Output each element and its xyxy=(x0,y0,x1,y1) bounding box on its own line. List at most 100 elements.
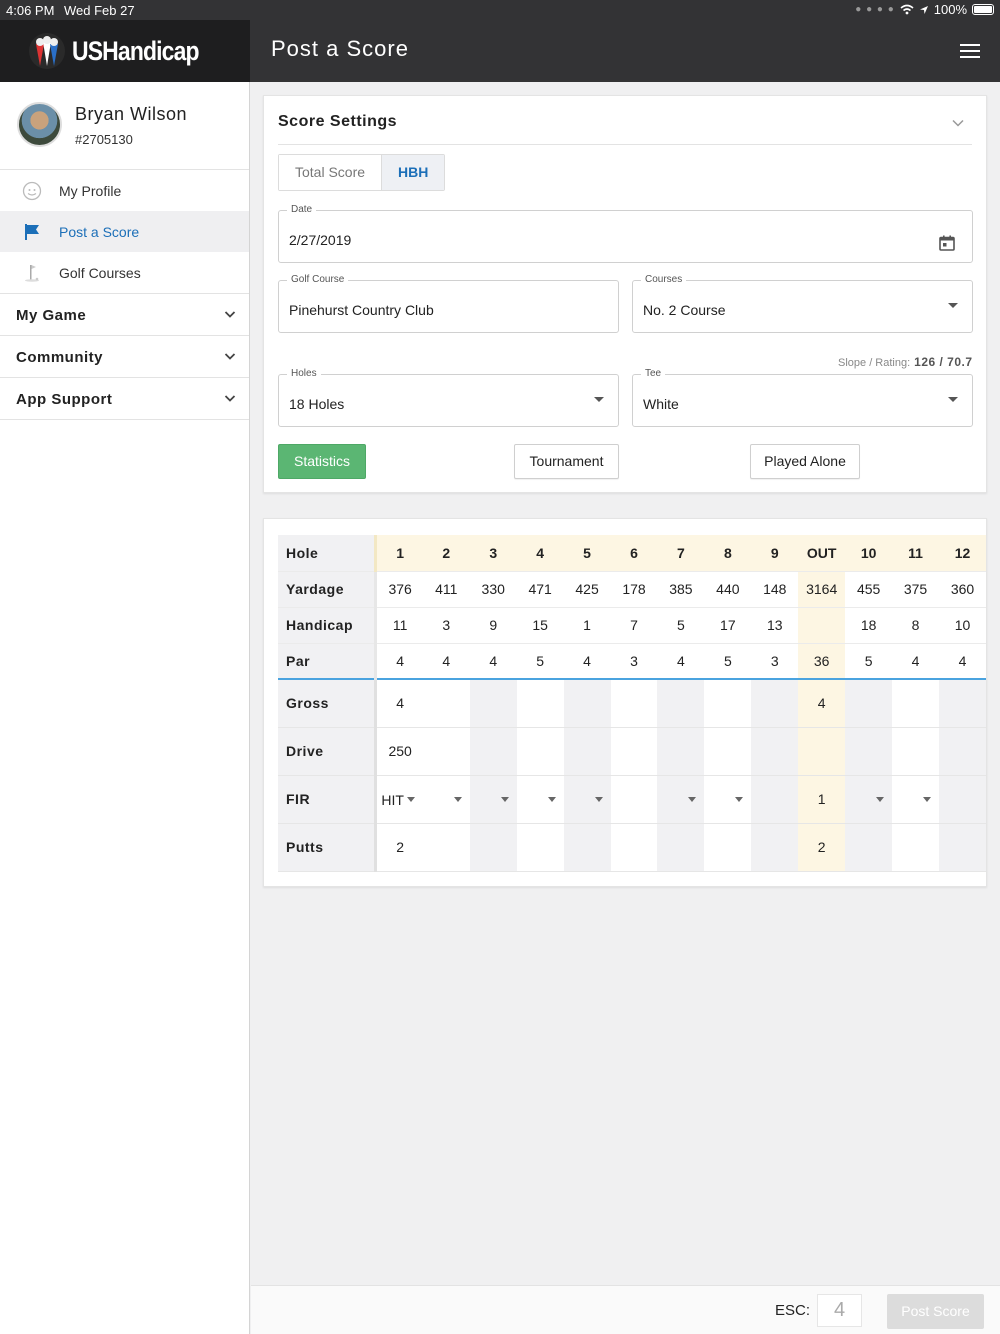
score-input-putts[interactable] xyxy=(751,823,799,872)
cell-yardage: 440 xyxy=(704,570,752,607)
score-input-gross[interactable] xyxy=(892,678,939,728)
golf-course-field[interactable]: Golf Course Pinehurst Country Club xyxy=(278,274,619,333)
tab-total-score[interactable]: Total Score xyxy=(279,155,382,190)
chevron-down-icon xyxy=(224,353,236,360)
score-input-putts[interactable] xyxy=(939,823,986,872)
score-input-fir[interactable] xyxy=(610,775,658,824)
score-input-putts[interactable] xyxy=(516,823,564,872)
sidebar: Bryan Wilson #2705130 My Profile Post a … xyxy=(0,82,250,1334)
score-input-gross[interactable] xyxy=(751,678,799,728)
score-input-drive[interactable] xyxy=(563,727,611,776)
logo-text: USHandicap xyxy=(72,35,200,66)
avatar[interactable] xyxy=(17,102,62,147)
cell-yardage: 148 xyxy=(751,570,799,607)
score-input-fir[interactable] xyxy=(563,775,611,824)
score-input-drive[interactable] xyxy=(469,727,517,776)
played-alone-button[interactable]: Played Alone xyxy=(750,444,860,479)
logo[interactable]: USHandicap xyxy=(0,20,250,82)
cell-yardage: 330 xyxy=(469,570,517,607)
score-input-fir[interactable] xyxy=(422,775,470,824)
sidebar-section-app-support[interactable]: App Support xyxy=(0,378,249,420)
score-input-gross[interactable] xyxy=(563,678,611,728)
cell-yardage: 471 xyxy=(516,570,564,607)
score-input-putts[interactable] xyxy=(563,823,611,872)
tournament-button[interactable]: Tournament xyxy=(514,444,619,479)
courses-select[interactable]: Courses No. 2 Course xyxy=(632,274,973,333)
esc-value: 4 xyxy=(817,1294,862,1327)
esc-label: ESC: xyxy=(775,1302,811,1319)
scorecard-row-yardage: Yardage 376 411 330 471 425 178 385 440 148 3164 45… xyxy=(278,570,986,607)
sidebar-section-my-game[interactable]: My Game xyxy=(0,294,249,336)
tee-select[interactable]: Tee White xyxy=(632,368,973,427)
score-input-drive[interactable] xyxy=(610,727,658,776)
score-input-putts[interactable] xyxy=(704,823,752,872)
score-input-gross[interactable]: 4 xyxy=(374,678,423,728)
calendar-icon[interactable] xyxy=(939,235,955,251)
score-input-drive[interactable] xyxy=(939,727,986,776)
cell-handicap: 10 xyxy=(939,606,986,643)
score-input-putts[interactable] xyxy=(610,823,658,872)
sidebar-item-my-profile[interactable]: My Profile xyxy=(0,170,249,211)
cell-hole: 4 xyxy=(516,535,564,571)
chevron-down-icon[interactable] xyxy=(952,118,964,128)
score-input-gross[interactable] xyxy=(845,678,893,728)
score-input-fir[interactable] xyxy=(939,775,986,824)
score-input-drive[interactable] xyxy=(516,727,564,776)
status-time: 4:06 PM xyxy=(6,3,55,18)
profile-block[interactable]: Bryan Wilson #2705130 xyxy=(0,82,249,170)
caret-down-icon xyxy=(500,796,509,802)
score-input-drive[interactable] xyxy=(751,727,799,776)
row-label: Par xyxy=(278,642,376,679)
score-input-drive[interactable] xyxy=(657,727,705,776)
score-input-gross[interactable] xyxy=(704,678,752,728)
sidebar-item-golf-courses[interactable]: Golf Courses xyxy=(0,252,249,293)
score-input-fir[interactable] xyxy=(469,775,517,824)
flag-icon xyxy=(25,224,39,240)
row-label: Putts xyxy=(278,823,376,872)
sidebar-item-post-a-score[interactable]: Post a Score xyxy=(0,211,249,252)
profile-icon xyxy=(22,181,42,201)
cell-hole: 1 xyxy=(374,535,423,571)
score-input-fir[interactable] xyxy=(704,775,752,824)
date-field[interactable]: Date 2/27/2019 xyxy=(278,204,973,263)
courses-label: Courses xyxy=(641,274,687,285)
score-input-putts[interactable] xyxy=(845,823,893,872)
scorecard-row-drive: Drive 250 xyxy=(278,727,986,776)
sidebar-section-community[interactable]: Community xyxy=(0,336,249,378)
score-input-gross[interactable] xyxy=(516,678,564,728)
score-input-gross[interactable] xyxy=(657,678,705,728)
score-input-drive[interactable] xyxy=(845,727,893,776)
score-input-putts[interactable]: 2 xyxy=(374,823,423,872)
score-input-fir[interactable]: HIT xyxy=(374,775,423,824)
score-input-gross[interactable] xyxy=(422,678,470,728)
post-score-button[interactable]: Post Score xyxy=(887,1294,984,1329)
score-input-gross[interactable] xyxy=(469,678,517,728)
cell-handicap: 15 xyxy=(516,606,564,643)
fir-value: HIT xyxy=(381,791,404,808)
score-input-fir[interactable] xyxy=(657,775,705,824)
score-input-putts[interactable] xyxy=(422,823,470,872)
score-input-fir[interactable] xyxy=(516,775,564,824)
statistics-button[interactable]: Statistics xyxy=(278,444,366,479)
score-input-putts[interactable] xyxy=(892,823,939,872)
hamburger-menu-icon[interactable] xyxy=(960,44,980,58)
score-input-putts[interactable] xyxy=(657,823,705,872)
cell-par: 4 xyxy=(469,642,517,679)
score-input-drive[interactable] xyxy=(892,727,939,776)
cell-par: 4 xyxy=(374,642,423,679)
caret-down-icon xyxy=(876,796,885,802)
score-input-drive[interactable] xyxy=(422,727,470,776)
score-input-fir[interactable] xyxy=(845,775,893,824)
score-input-drive[interactable]: 250 xyxy=(374,727,423,776)
holes-select[interactable]: Holes 18 Holes xyxy=(278,368,619,427)
score-input-gross[interactable] xyxy=(610,678,658,728)
score-input-drive[interactable] xyxy=(704,727,752,776)
score-input-fir[interactable] xyxy=(751,775,799,824)
cell-par: 4 xyxy=(563,642,611,679)
cell-hole: 10 xyxy=(845,535,893,571)
cell-hole: OUT xyxy=(798,535,846,571)
score-input-fir[interactable] xyxy=(892,775,939,824)
score-input-gross[interactable] xyxy=(939,678,986,728)
tab-hbh[interactable]: HBH xyxy=(381,155,445,190)
score-input-putts[interactable] xyxy=(469,823,517,872)
